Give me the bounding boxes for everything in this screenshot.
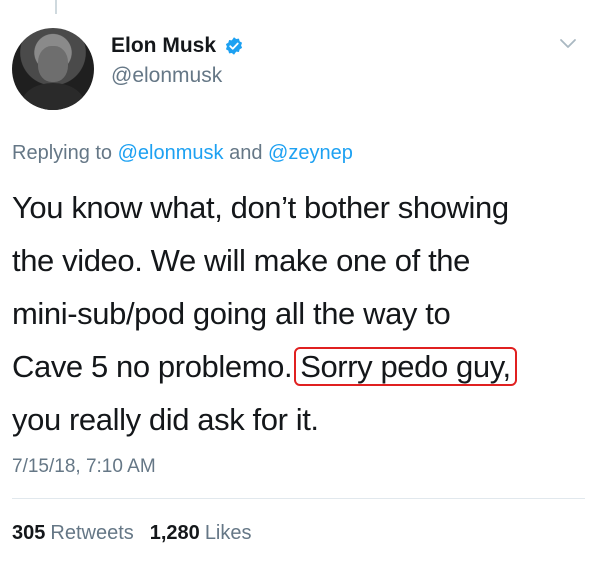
likes-stat[interactable]: 1,280 Likes [150, 522, 252, 545]
likes-label: Likes [204, 522, 252, 544]
chevron-down-icon[interactable] [559, 38, 577, 50]
verified-badge-icon [225, 37, 243, 55]
likes-count: 1,280 [149, 522, 200, 544]
tweet-timestamp[interactable]: 7/15/18, 7:10 AM [12, 456, 156, 478]
thread-connector-line [55, 0, 57, 14]
avatar[interactable] [12, 28, 94, 110]
tweet-text-line: you really did ask for it. [12, 402, 319, 437]
avatar-head [38, 46, 68, 82]
reply-conjunction: and [229, 142, 263, 164]
tweet-text-line: the video. We will make one of the [12, 243, 470, 278]
retweets-stat[interactable]: 305 Retweets [12, 522, 134, 545]
tweet-text-line: mini-sub/pod going all the way to [12, 296, 451, 331]
author-name-row: Elon Musk [111, 34, 244, 58]
mention-link-elonmusk[interactable]: @elonmusk [118, 142, 224, 164]
divider [12, 498, 585, 499]
tweet-text-line: You know what, don’t bother showing [12, 190, 509, 225]
mention-link-zeynep[interactable]: @zeynep [268, 142, 353, 164]
avatar-shoulders [22, 83, 84, 110]
reply-context: Replying to @elonmusk and @zeynep [12, 142, 353, 165]
retweets-label: Retweets [50, 522, 134, 544]
reply-prefix: Replying to [12, 142, 113, 164]
author-display-name[interactable]: Elon Musk [111, 34, 216, 58]
tweet-text: You know what, don’t bother showing the … [12, 181, 587, 446]
highlighted-phrase: Sorry pedo guy, [294, 347, 517, 386]
author-handle[interactable]: @elonmusk [111, 64, 222, 88]
tweet-text-line-4: Cave 5 no problemo. Sorry pedo guy, [12, 340, 587, 393]
tweet-text-segment: Cave 5 no problemo. [12, 349, 293, 384]
tweet-stats: 305 Retweets 1,280 Likes [12, 522, 252, 545]
retweets-count: 305 [12, 522, 46, 544]
